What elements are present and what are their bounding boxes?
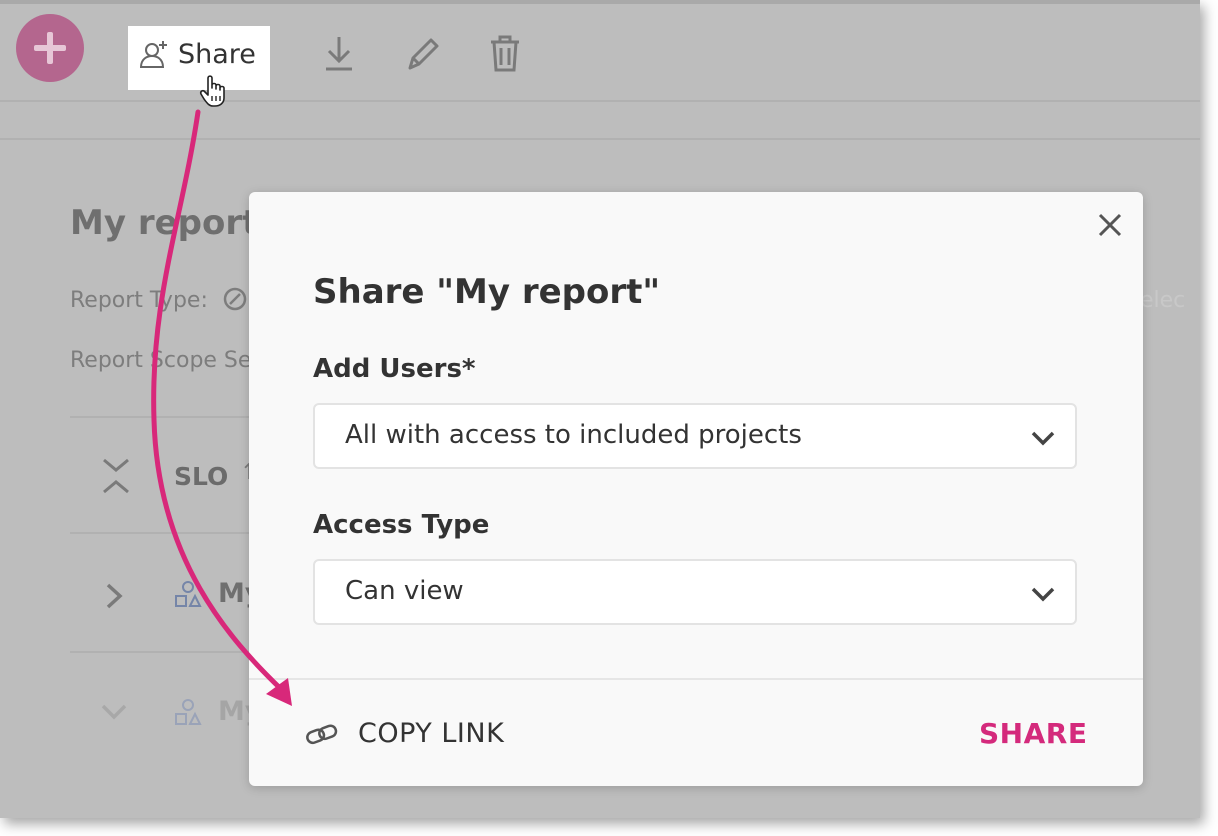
row-divider [70, 651, 250, 653]
report-title: My report [70, 203, 259, 243]
link-icon [306, 724, 338, 745]
access-type-value: Can view [345, 576, 464, 606]
access-type-label: Access Type [313, 510, 490, 540]
trash-icon[interactable] [486, 34, 524, 74]
slo-column-header[interactable]: SLO [174, 462, 228, 491]
dialog-title: Share "My report" [313, 272, 661, 312]
pencil-icon[interactable] [404, 34, 442, 74]
report-scope-label: Report Scope Se [70, 348, 252, 373]
report-type-icon [223, 287, 247, 311]
row-divider [70, 532, 250, 534]
add-users-value: All with access to included projects [345, 420, 802, 450]
add-button[interactable] [16, 14, 84, 82]
close-icon[interactable] [1095, 210, 1125, 240]
hand-cursor-icon [199, 75, 225, 107]
share-submit-button[interactable]: SHARE [979, 717, 1087, 750]
chevron-down-icon [1031, 587, 1055, 602]
top-border [0, 0, 1200, 4]
access-type-select[interactable]: Can view [313, 559, 1077, 625]
share-user-icon [139, 41, 167, 68]
row-divider [70, 416, 250, 418]
chevron-right-icon[interactable] [104, 582, 124, 610]
header-divider [0, 138, 1200, 140]
download-icon[interactable] [320, 34, 358, 74]
select-fragment: elec [1140, 288, 1186, 313]
add-users-label: Add Users* [313, 354, 476, 384]
copy-link-label: COPY LINK [358, 718, 505, 749]
chevron-down-icon [1031, 431, 1055, 446]
share-button-label: Share [178, 39, 256, 70]
copy-link-button[interactable]: COPY LINK [305, 716, 545, 756]
report-type-label: Report Type: [70, 288, 208, 313]
project-icon [175, 699, 202, 725]
collapse-all-icon[interactable] [100, 456, 132, 496]
toolbar-divider [0, 100, 1200, 102]
chevron-down-icon[interactable] [100, 702, 128, 722]
dialog-footer: COPY LINK SHARE [249, 678, 1143, 786]
share-dialog: Share "My report" Add Users* All with ac… [249, 192, 1143, 786]
project-icon [175, 581, 202, 607]
add-users-select[interactable]: All with access to included projects [313, 403, 1077, 469]
